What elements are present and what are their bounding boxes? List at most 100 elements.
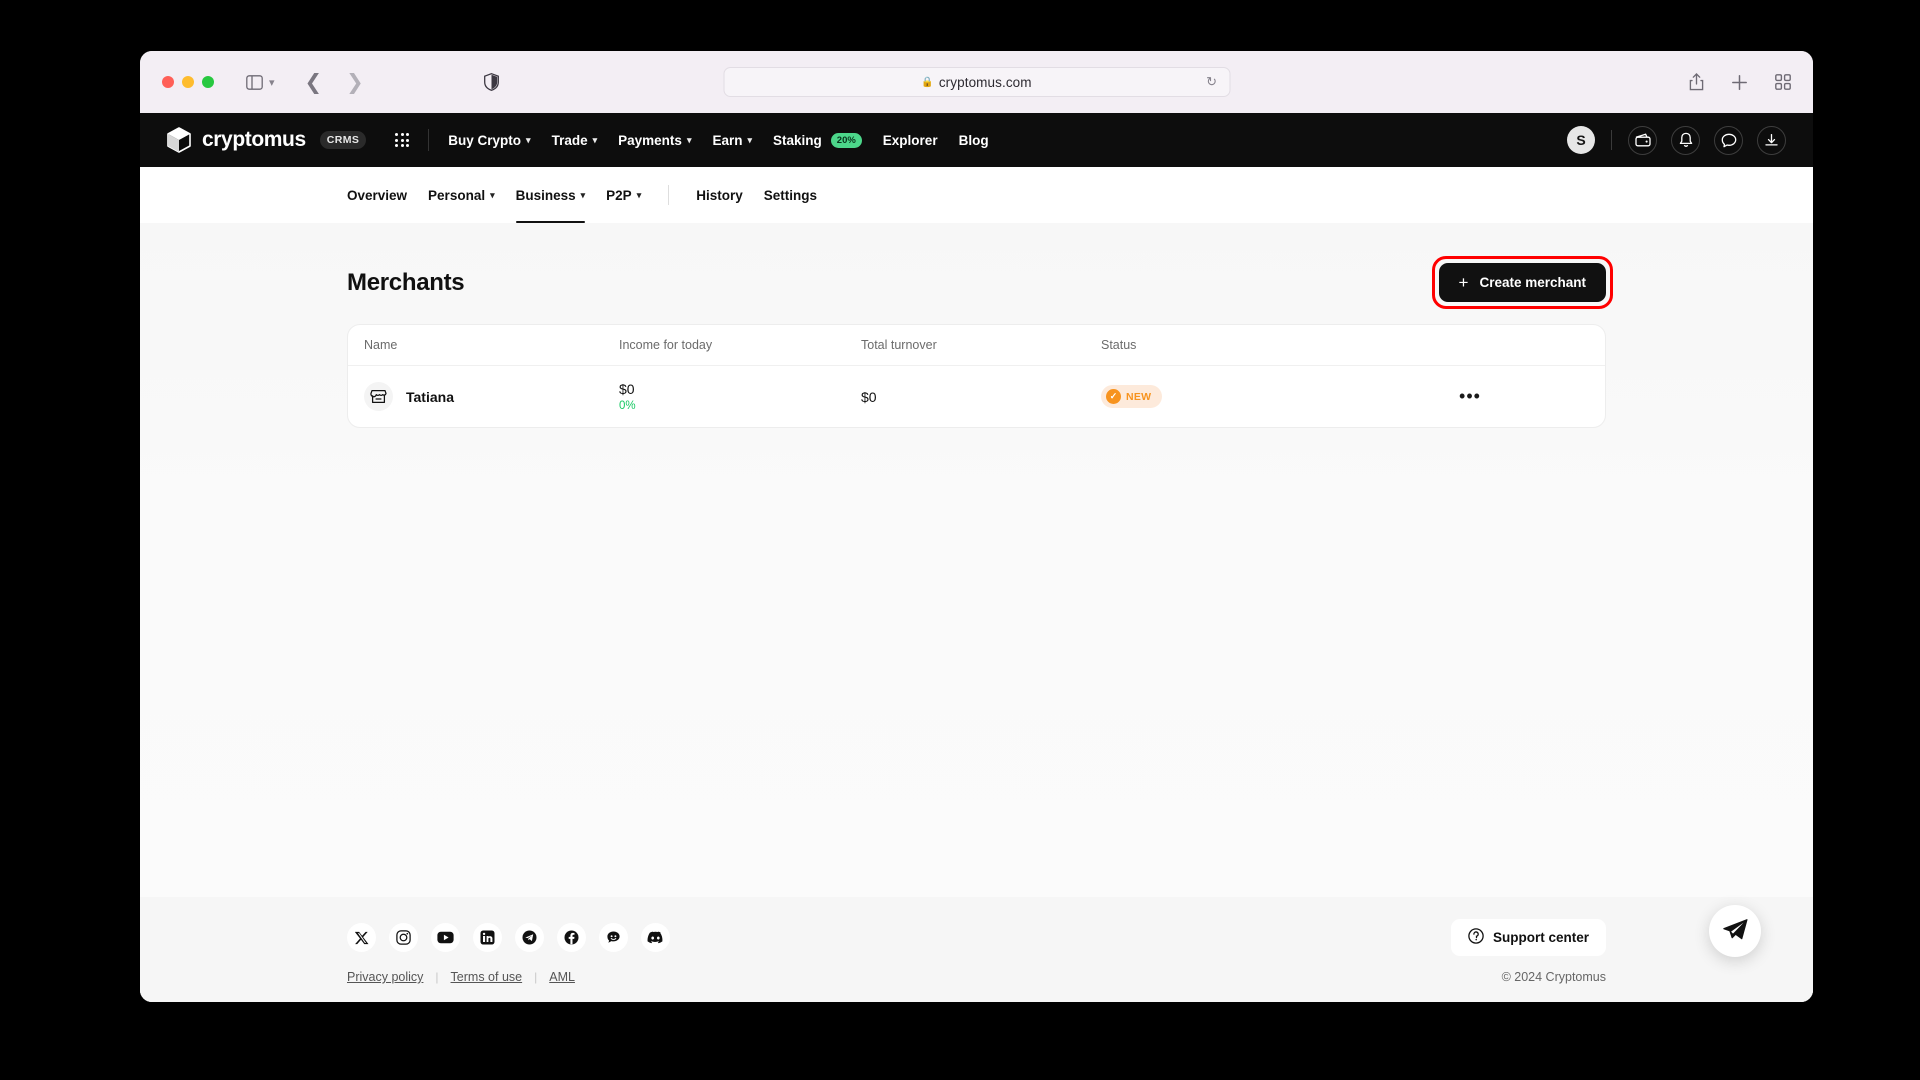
bell-icon[interactable] <box>1671 125 1700 155</box>
plus-icon[interactable] <box>1731 74 1748 91</box>
nav-item-staking[interactable]: Staking 20% <box>773 132 862 148</box>
create-merchant-button[interactable]: + Create merchant <box>1438 263 1606 302</box>
table-row[interactable]: Tatiana $0 0% $0 ✓ NEW ••• <box>348 366 1605 427</box>
chevron-down-icon: ▾ <box>592 134 598 145</box>
footer-link-privacy-policy[interactable]: Privacy policy <box>347 970 423 984</box>
cell-actions: ••• <box>1351 387 1589 405</box>
avatar-initial: S <box>1576 132 1586 148</box>
footer-link-aml[interactable]: AML <box>549 970 575 984</box>
header-actions: S <box>1567 125 1786 155</box>
column-header-income: Income for today <box>619 338 713 352</box>
nav-item-blog[interactable]: Blog <box>959 133 989 148</box>
back-arrow-icon[interactable]: ❮ <box>305 72 323 93</box>
table-header-row: Name Income for today Total turnover Sta… <box>348 325 1605 366</box>
x-icon[interactable] <box>347 923 376 952</box>
instagram-icon[interactable] <box>389 923 418 952</box>
tab-label: Settings <box>763 187 818 203</box>
cell-turnover: $0 <box>861 389 1101 405</box>
page-title: Merchants <box>347 268 465 296</box>
forward-arrow-icon[interactable]: ❯ <box>346 72 364 93</box>
nav-item-trade[interactable]: Trade ▾ <box>552 133 598 148</box>
minimize-window-button[interactable] <box>182 76 194 88</box>
share-icon[interactable] <box>1689 73 1704 91</box>
secondary-nav: Overview Personal ▾ Business ▾ P2P ▾ His… <box>140 167 1813 223</box>
store-icon <box>364 382 393 411</box>
reddit-icon[interactable] <box>599 923 628 952</box>
nav-item-payments[interactable]: Payments ▾ <box>618 133 691 148</box>
tab-label: Personal <box>428 187 486 203</box>
column-header-status: Status <box>1101 338 1137 352</box>
telegram-icon[interactable] <box>515 923 544 952</box>
site-footer: Support center Privacy policy | Terms of… <box>140 897 1813 1002</box>
toolbar-right-actions <box>1689 73 1791 91</box>
brand-name: cryptomus <box>202 128 306 151</box>
navigation-arrows[interactable]: ❮ ❯ <box>305 72 364 93</box>
download-icon[interactable] <box>1757 125 1786 155</box>
close-window-button[interactable] <box>162 76 174 88</box>
column-header-turnover: Total turnover <box>861 338 937 352</box>
telegram-icon <box>1722 917 1748 946</box>
nav-label: Staking <box>773 132 822 148</box>
reload-icon[interactable]: ↻ <box>1206 74 1217 90</box>
nav-label: Blog <box>958 132 989 148</box>
privacy-shield-icon[interactable] <box>483 73 499 91</box>
merchant-name: Tatiana <box>406 388 454 405</box>
tab-label: Overview <box>347 187 408 203</box>
app-grid-icon[interactable] <box>395 133 410 147</box>
chevron-down-icon: ▾ <box>580 189 586 200</box>
tab-history[interactable]: History <box>696 167 743 223</box>
nav-label: Payments <box>618 132 682 148</box>
create-merchant-wrapper: + Create merchant <box>1431 256 1613 309</box>
check-icon: ✓ <box>1106 389 1121 404</box>
browser-window: ▾ ❮ ❯ 🔒 cryptomus.com ↻ cryptomus CRMS B… <box>140 51 1813 1002</box>
nav-item-buy-crypto[interactable]: Buy Crypto ▾ <box>448 133 530 148</box>
discord-icon[interactable] <box>641 923 670 952</box>
support-center-label: Support center <box>1492 930 1589 945</box>
brand-logo[interactable]: cryptomus CRMS <box>167 127 367 153</box>
wallet-icon[interactable] <box>1628 125 1657 155</box>
footer-top: Support center <box>347 897 1606 970</box>
social-links <box>347 923 670 952</box>
column-header-name: Name <box>364 338 398 352</box>
sidebar-icon[interactable] <box>246 74 263 90</box>
question-circle-icon <box>1468 928 1484 947</box>
brand-badge: CRMS <box>319 131 367 149</box>
browser-toolbar: ▾ ❮ ❯ 🔒 cryptomus.com ↻ <box>140 51 1813 113</box>
chevron-down-icon: ▾ <box>526 134 531 145</box>
tab-overview-icon[interactable] <box>1775 74 1791 90</box>
maximize-window-button[interactable] <box>202 76 214 88</box>
avatar[interactable]: S <box>1567 126 1595 154</box>
nav-label: Trade <box>551 132 588 148</box>
tab-label: Business <box>515 187 576 203</box>
plus-icon: + <box>1458 273 1469 292</box>
tab-business[interactable]: Business ▾ <box>515 167 586 223</box>
nav-item-earn[interactable]: Earn ▾ <box>712 133 752 148</box>
footer-link-terms-of-use[interactable]: Terms of use <box>451 970 523 984</box>
linkedin-icon[interactable] <box>473 923 502 952</box>
tab-label: P2P <box>606 187 632 203</box>
support-center-button[interactable]: Support center <box>1450 919 1606 956</box>
chat-icon[interactable] <box>1714 125 1743 155</box>
page-header: Merchants + Create merchant <box>347 223 1613 324</box>
url-bar[interactable]: 🔒 cryptomus.com ↻ <box>723 67 1230 97</box>
tab-overview[interactable]: Overview <box>347 167 407 223</box>
nav-item-explorer[interactable]: Explorer <box>883 133 938 148</box>
sidebar-dropdown-icon[interactable]: ▾ <box>269 76 275 89</box>
tab-settings[interactable]: Settings <box>764 167 817 223</box>
header-divider <box>1611 130 1612 150</box>
telegram-floating-button[interactable] <box>1709 905 1761 957</box>
desktop-background: ▾ ❮ ❯ 🔒 cryptomus.com ↻ cryptomus CRMS B… <box>0 0 1920 1080</box>
footer-link-divider: | <box>534 970 538 984</box>
youtube-icon[interactable] <box>431 923 460 952</box>
window-controls[interactable] <box>162 76 214 88</box>
tab-personal[interactable]: Personal ▾ <box>428 167 495 223</box>
footer-links: Privacy policy | Terms of use | AML <box>347 970 575 984</box>
income-percent: 0% <box>619 400 636 412</box>
tab-p2p[interactable]: P2P ▾ <box>606 167 641 223</box>
cube-logo-icon <box>167 127 191 153</box>
cell-name: Tatiana <box>364 382 619 411</box>
more-options-icon[interactable]: ••• <box>1459 387 1481 405</box>
status-badge: ✓ NEW <box>1101 385 1163 408</box>
copyright-text: © 2024 Cryptomus <box>1501 970 1606 984</box>
facebook-icon[interactable] <box>557 923 586 952</box>
